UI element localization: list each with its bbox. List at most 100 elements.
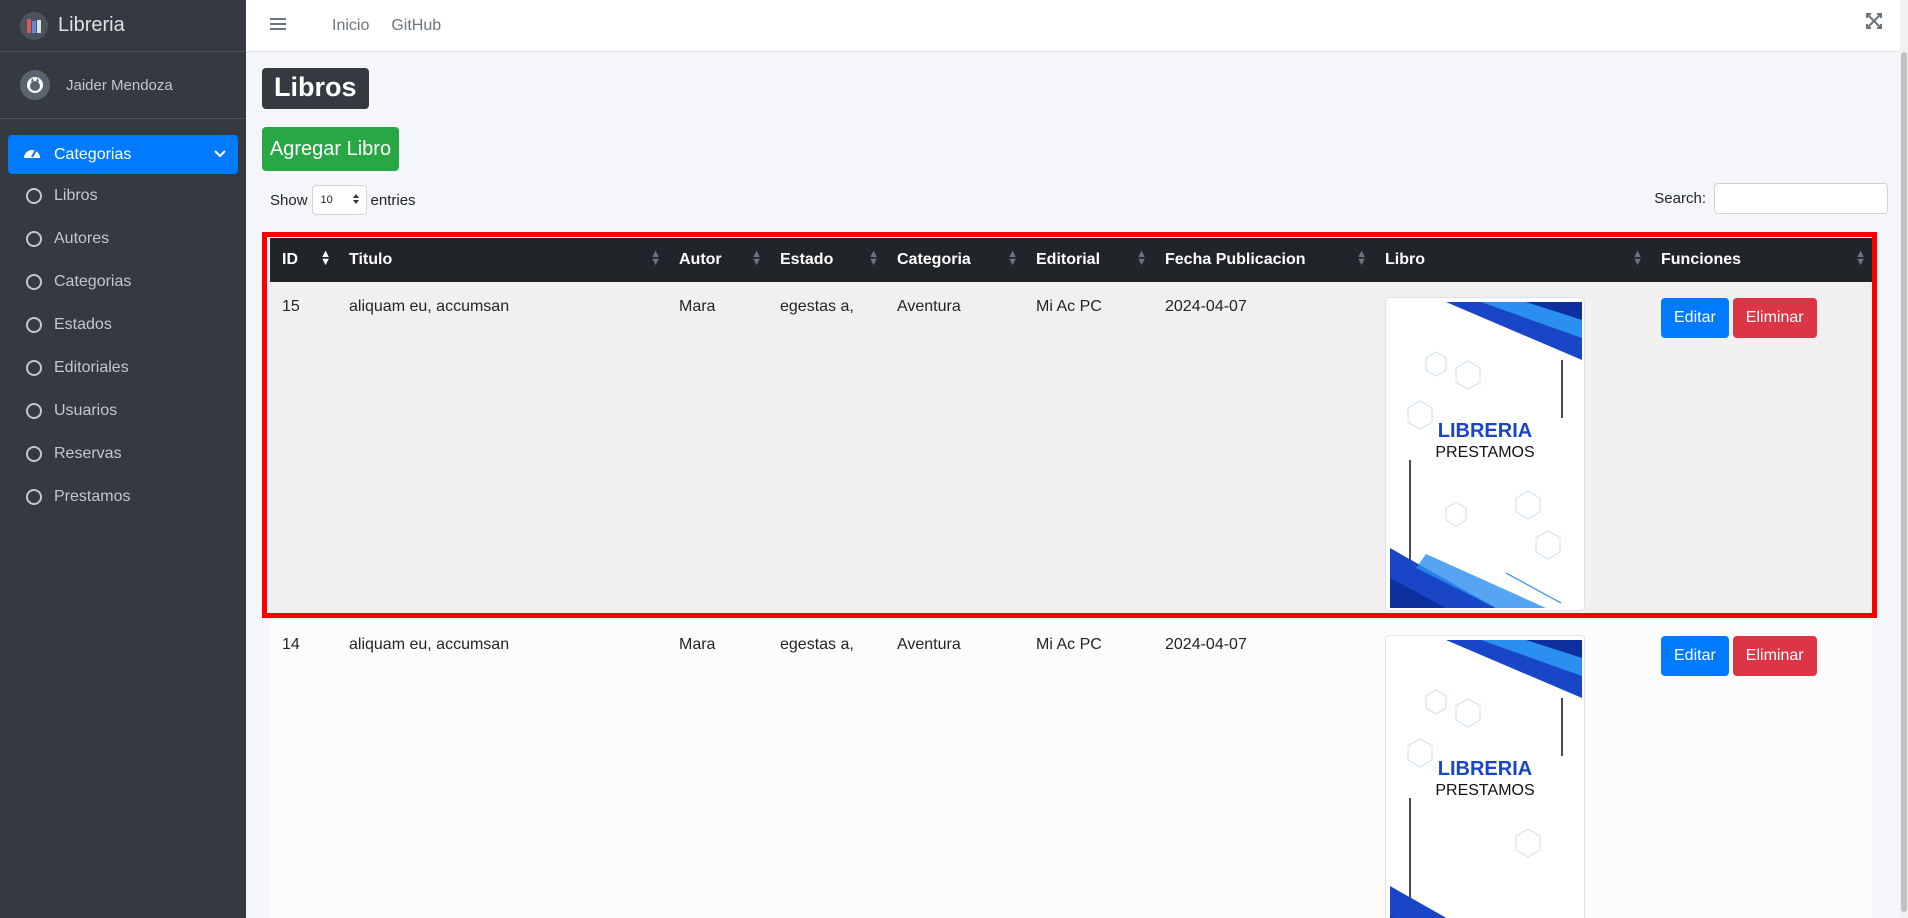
column-header-label: Autor (679, 251, 722, 268)
column-header-estado[interactable]: Estado ▲ ▼ (768, 238, 885, 282)
column-header-id[interactable]: ID ▲ ▼ (270, 238, 337, 282)
sort-icon: ▲ ▼ (650, 248, 661, 268)
column-header-autor[interactable]: Autor ▲ ▼ (667, 238, 768, 282)
sidebar-item-label: Libros (54, 186, 98, 204)
cell-estado: egestas a, (768, 282, 885, 620)
cover-title: LIBRERIA (1437, 758, 1533, 780)
circle-icon (26, 445, 42, 462)
sidebar-item-libros[interactable]: Libros (8, 174, 238, 217)
sidebar-item-autores[interactable]: Autores (8, 217, 238, 260)
sidebar: Libreria Jaider Mendoza Categorias Libro… (0, 0, 246, 918)
circle-icon (26, 187, 42, 204)
sidebar-item-label: Prestamos (54, 487, 131, 505)
column-header-label: Categoria (897, 251, 971, 268)
sidebar-nav: Categorias Libros Autores Categorias Est… (0, 119, 246, 534)
cell-editorial: Mi Ac PC (1024, 282, 1153, 620)
column-header-label: Estado (780, 251, 834, 268)
sidebar-item-label: Estados (54, 315, 112, 333)
sidebar-item-estados[interactable]: Estados (8, 303, 238, 346)
sort-icon: ▲ ▼ (1007, 248, 1018, 268)
cell-fecha: 2024-04-07 (1153, 620, 1373, 918)
cell-titulo: aliquam eu, accumsan (337, 282, 667, 620)
column-header-label: Titulo (349, 251, 393, 268)
column-header-label: Libro (1385, 251, 1425, 268)
sidebar-item-usuarios[interactable]: Usuarios (8, 389, 238, 432)
column-header-libro[interactable]: Libro ▲ ▼ (1373, 238, 1649, 282)
sidebar-item-reservas[interactable]: Reservas (8, 432, 238, 475)
edit-button[interactable]: Editar (1661, 636, 1729, 676)
cell-autor: Mara (667, 282, 768, 620)
cell-id: 14 (270, 620, 337, 918)
show-label: Show (270, 191, 308, 209)
sidebar-item-label: Categorias (54, 145, 132, 163)
datatable-search: Search: (1654, 183, 1888, 214)
sidebar-item-categorias-menu[interactable]: Categorias (8, 135, 238, 174)
cover-subtitle: PRESTAMOS (1435, 444, 1535, 461)
column-header-label: Fecha Publicacion (1165, 251, 1306, 268)
sidebar-item-label: Editoriales (54, 358, 129, 376)
sidebar-item-label: Autores (54, 229, 110, 247)
sort-icon: ▲ ▼ (868, 248, 879, 268)
user-name: Jaider Mendoza (66, 76, 173, 94)
cell-autor: Mara (667, 620, 768, 918)
circle-icon (26, 359, 42, 376)
brand-text: Libreria (58, 14, 125, 36)
sort-icon: ▲ ▼ (1356, 248, 1367, 268)
column-header-label: Editorial (1036, 251, 1101, 268)
circle-icon (26, 273, 42, 290)
user-panel[interactable]: Jaider Mendoza (0, 52, 246, 119)
cell-libro: LIBRERIA PRESTAMOS (1373, 282, 1649, 620)
page-title: Libros (262, 68, 369, 109)
scrollbar-thumb[interactable] (1901, 52, 1907, 912)
cover-title: LIBRERIA (1437, 420, 1533, 442)
delete-button[interactable]: Eliminar (1732, 298, 1817, 338)
column-header-funciones[interactable]: Funciones ▲ ▼ (1649, 238, 1872, 282)
search-input[interactable] (1714, 183, 1888, 214)
column-header-editorial[interactable]: Editorial ▲ ▼ (1024, 238, 1153, 282)
page-scrollbar[interactable] (1900, 0, 1908, 918)
entries-select[interactable]: 10 (311, 185, 367, 215)
sort-icon: ▲ ▼ (1855, 248, 1866, 268)
table-row: 14 aliquam eu, accumsan Mara egestas a, … (270, 620, 1872, 918)
nav-link-github[interactable]: GitHub (391, 17, 441, 35)
column-header-fecha[interactable]: Fecha Publicacion ▲ ▼ (1153, 238, 1373, 282)
chevron-down-icon (214, 146, 226, 164)
add-book-button[interactable]: Agregar Libro (262, 127, 399, 171)
cell-funciones: Editar Eliminar (1649, 620, 1872, 918)
books-table: ID ▲ ▼ Titulo ▲ ▼ Autor ▲ ▼ Estado ▲ ▼ Categoria… (270, 238, 1872, 918)
cell-categoria: Aventura (885, 620, 1024, 918)
sidebar-item-prestamos[interactable]: Prestamos (8, 475, 238, 518)
expand-icon[interactable] (1866, 13, 1882, 34)
datatable-controls: Show 10 entries Search: (262, 179, 1898, 227)
hamburger-icon[interactable] (270, 14, 310, 37)
edit-button[interactable]: Editar (1661, 298, 1729, 338)
cover-subtitle: PRESTAMOS (1435, 782, 1535, 799)
column-header-titulo[interactable]: Titulo ▲ ▼ (337, 238, 667, 282)
entries-label: entries (370, 191, 416, 209)
delete-button[interactable]: Eliminar (1732, 636, 1817, 676)
sort-icon: ▲ ▼ (751, 248, 762, 268)
sidebar-item-label: Categorias (54, 272, 132, 290)
cell-id: 15 (270, 282, 337, 620)
table-header-row: ID ▲ ▼ Titulo ▲ ▼ Autor ▲ ▼ Estado ▲ ▼ Categoria… (270, 238, 1872, 282)
cell-editorial: Mi Ac PC (1024, 620, 1153, 918)
cell-titulo: aliquam eu, accumsan (337, 620, 667, 918)
sort-desc-icon: ▲ ▼ (320, 248, 331, 268)
column-header-label: ID (282, 251, 298, 268)
sidebar-item-label: Reservas (54, 444, 122, 462)
entries-select-value: 10 (320, 194, 333, 206)
sidebar-item-editoriales[interactable]: Editoriales (8, 346, 238, 389)
books-table-wrapper: ID ▲ ▼ Titulo ▲ ▼ Autor ▲ ▼ Estado ▲ ▼ Categoria… (270, 238, 1872, 918)
select-arrows-icon (352, 193, 360, 208)
sort-icon: ▲ ▼ (1632, 248, 1643, 268)
book-cover-image: LIBRERIA PRESTAMOS (1385, 297, 1585, 611)
table-row: 15 aliquam eu, accumsan Mara egestas a, … (270, 282, 1872, 620)
search-label: Search: (1654, 190, 1706, 207)
column-header-categoria[interactable]: Categoria ▲ ▼ (885, 238, 1024, 282)
cell-libro: LIBRERIA PRESTAMOS (1373, 620, 1649, 918)
sidebar-item-categorias[interactable]: Categorias (8, 260, 238, 303)
nav-link-inicio[interactable]: Inicio (332, 17, 369, 35)
entries-length: Show 10 entries (270, 185, 416, 215)
circle-icon (26, 230, 42, 247)
brand-link[interactable]: Libreria (0, 0, 246, 52)
